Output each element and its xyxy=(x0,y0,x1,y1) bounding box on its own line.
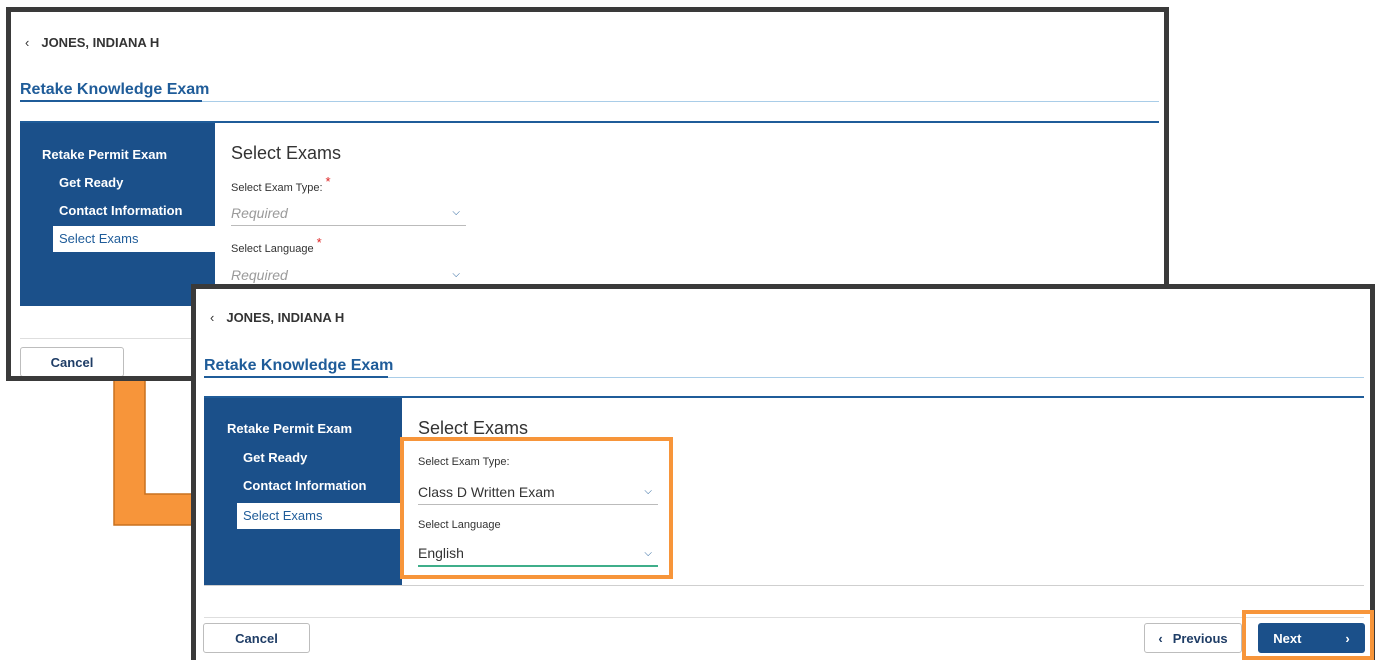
cancel-button[interactable]: Cancel xyxy=(20,347,124,376)
sidebar-item-get-ready[interactable]: Get Ready xyxy=(59,175,123,190)
chevron-left-icon: ‹ xyxy=(25,35,30,50)
sidebar-item-contact-information[interactable]: Contact Information xyxy=(59,203,183,218)
chevron-left-icon: ‹ xyxy=(210,310,215,325)
back-link[interactable]: ‹ JONES, INDIANA H xyxy=(25,35,159,50)
chevron-down-icon: ⌵ xyxy=(452,269,460,280)
required-marker: * xyxy=(325,174,331,189)
page-title: Retake Knowledge Exam xyxy=(204,357,394,374)
sidebar-item-get-ready[interactable]: Get Ready xyxy=(243,450,307,465)
previous-button[interactable]: ‹ Previous xyxy=(1144,623,1242,653)
next-button-highlight-box xyxy=(1242,610,1374,660)
section-title: Select Exams xyxy=(231,143,342,163)
wizard-sidebar: Retake Permit Exam Get Ready Contact Inf… xyxy=(204,398,402,585)
chevron-down-icon: ⌵ xyxy=(452,207,460,218)
page-title: Retake Knowledge Exam xyxy=(20,81,210,98)
wizard-sidebar: Retake Permit Exam Get Ready Contact Inf… xyxy=(20,123,215,306)
back-link-label: JONES, INDIANA H xyxy=(41,35,160,50)
exam-type-placeholder: Required xyxy=(231,204,288,221)
footer-divider xyxy=(204,617,1364,618)
sidebar-heading: Retake Permit Exam xyxy=(227,421,353,436)
content-bottom-border xyxy=(204,585,1364,586)
language-label-text: Select Language xyxy=(231,243,314,255)
title-underline xyxy=(204,376,388,378)
sidebar-item-select-exams[interactable]: Select Exams xyxy=(237,503,402,529)
language-label: Select Language * xyxy=(231,235,322,255)
sidebar-item-contact-information[interactable]: Contact Information xyxy=(243,478,367,493)
after-screenshot: ‹ JONES, INDIANA H Retake Knowledge Exam… xyxy=(191,284,1375,660)
exam-type-label: Select Exam Type: * xyxy=(231,174,331,194)
previous-button-label: Previous xyxy=(1172,630,1228,646)
section-title: Select Exams xyxy=(418,418,529,438)
chevron-left-icon: ‹ xyxy=(1158,630,1163,646)
language-placeholder: Required xyxy=(231,266,288,283)
back-link[interactable]: ‹ JONES, INDIANA H xyxy=(210,310,344,325)
fields-highlight-box xyxy=(400,437,673,579)
exam-type-select[interactable]: Required ⌵ xyxy=(231,200,466,226)
title-underline xyxy=(20,100,202,102)
required-marker: * xyxy=(316,235,322,250)
sidebar-item-select-exams[interactable]: Select Exams xyxy=(53,226,215,252)
sidebar-heading: Retake Permit Exam xyxy=(42,147,168,162)
back-link-label: JONES, INDIANA H xyxy=(226,310,345,325)
exam-type-label-text: Select Exam Type: xyxy=(231,182,323,194)
cancel-button[interactable]: Cancel xyxy=(203,623,310,653)
